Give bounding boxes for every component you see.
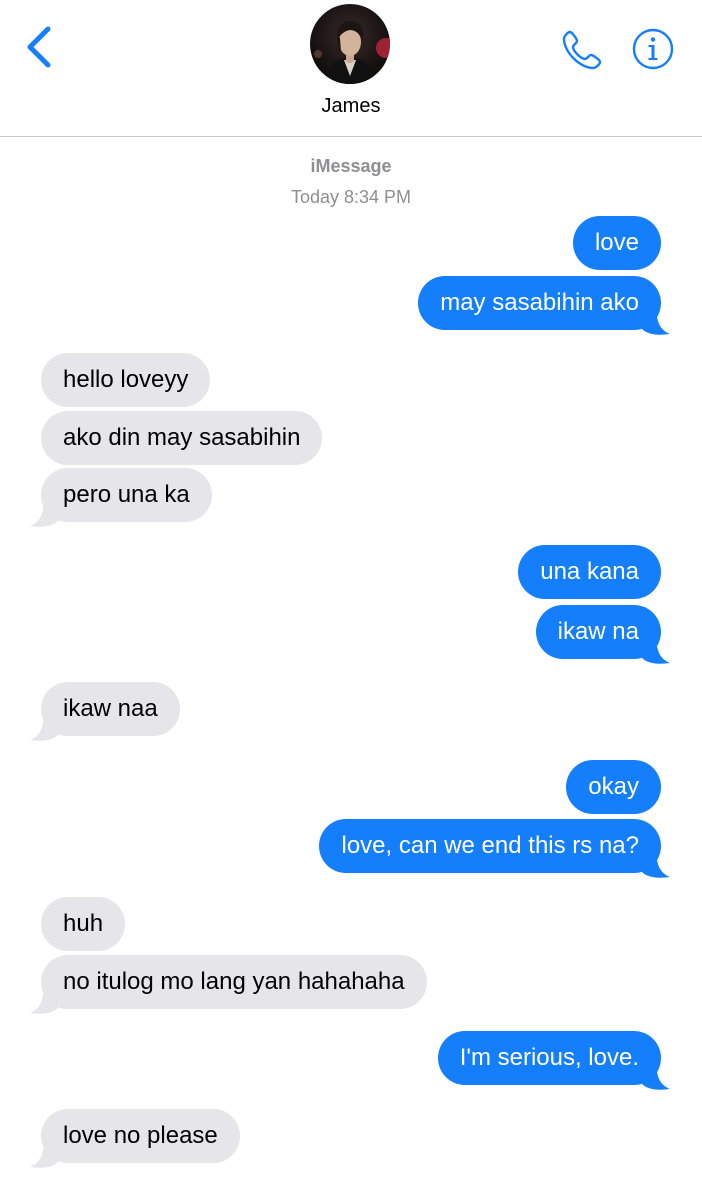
bubble-tail (30, 496, 60, 527)
received-bubble[interactable]: ako din may sasabihin (41, 411, 323, 465)
sent-bubble[interactable]: I'm serious, love. (437, 1031, 661, 1085)
sent-message: I'm serious, love. (0, 1031, 702, 1090)
received-bubble[interactable]: pero una ka (41, 468, 212, 522)
received-bubble[interactable]: ikaw naa (41, 682, 180, 736)
sent-message: may sasabihin ako (0, 276, 702, 335)
sent-message: ikaw na (0, 605, 702, 664)
sent-message: love, can we end this rs na? (0, 819, 702, 878)
sent-bubble[interactable]: okay (566, 760, 661, 814)
received-message: pero una ka (0, 468, 702, 527)
bubble-tail (30, 1137, 60, 1168)
received-message: no itulog mo lang yan hahahaha (0, 955, 702, 1014)
bubble-tail (640, 304, 670, 335)
received-message: love no please (0, 1109, 702, 1168)
sent-bubble[interactable]: may sasabihin ako (418, 276, 661, 330)
bubble-tail (30, 983, 60, 1014)
message-thread: love may sasabihin ako hello loveyy ako … (0, 0, 702, 1200)
received-message: huh (0, 897, 702, 951)
sent-message: love (0, 216, 702, 270)
sent-bubble[interactable]: una kana (518, 545, 661, 599)
received-bubble[interactable]: huh (41, 897, 126, 951)
bubble-tail (640, 633, 670, 664)
bubble-tail (30, 710, 60, 741)
sent-message: okay (0, 760, 702, 814)
bubble-tail (640, 1059, 670, 1090)
received-message: ikaw naa (0, 682, 702, 741)
received-message: hello loveyy (0, 353, 702, 407)
sent-message: una kana (0, 545, 702, 599)
sent-bubble[interactable]: love (572, 216, 661, 270)
received-bubble[interactable]: love no please (41, 1109, 240, 1163)
bubble-tail (640, 847, 670, 878)
sent-bubble[interactable]: love, can we end this rs na? (319, 819, 661, 873)
received-bubble[interactable]: no itulog mo lang yan hahahaha (41, 955, 427, 1009)
received-bubble[interactable]: hello loveyy (41, 353, 211, 407)
received-message: ako din may sasabihin (0, 411, 702, 465)
